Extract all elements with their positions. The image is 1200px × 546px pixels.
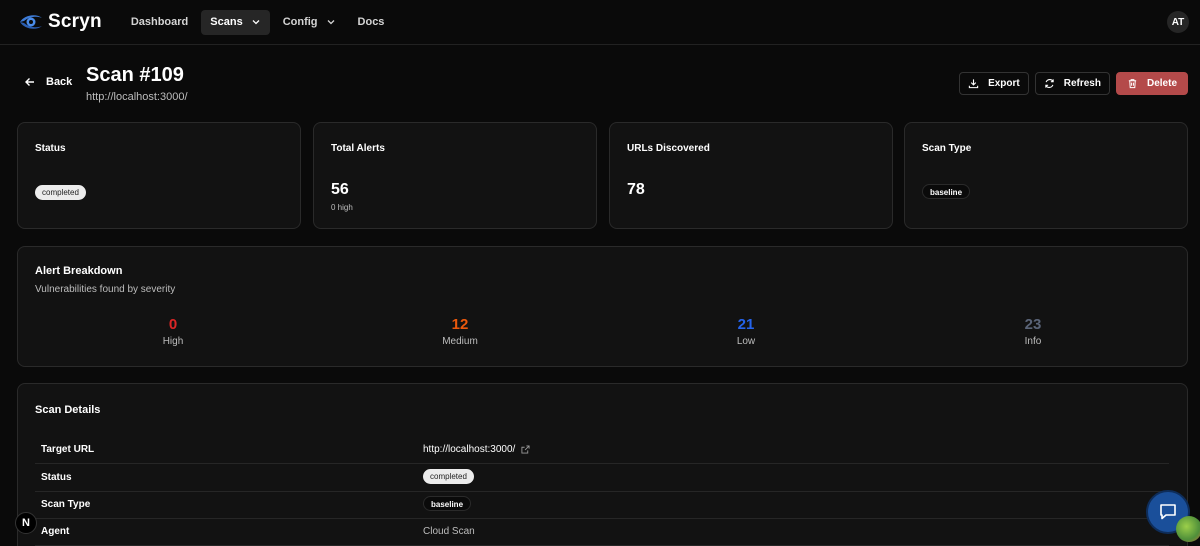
detail-target-url-link[interactable]: http://localhost:3000/: [423, 444, 530, 455]
page-subtitle: http://localhost:3000/: [86, 91, 188, 103]
nav-dashboard-label: Dashboard: [130, 16, 189, 28]
severity-high: 0 High: [113, 316, 233, 347]
status-card: Status completed: [17, 122, 301, 229]
scan-type-badge-wrap: baseline: [922, 184, 971, 199]
eye-logo-icon: [20, 15, 42, 29]
download-icon: [968, 79, 979, 89]
nav-docs-label: Docs: [357, 16, 385, 28]
severity-info-label: Info: [1024, 336, 1042, 347]
user-avatar[interactable]: AT: [1167, 11, 1189, 33]
status-badge: completed: [35, 185, 86, 200]
alert-breakdown-title: Alert Breakdown: [35, 265, 123, 277]
severity-info: 23 Info: [973, 316, 1093, 347]
detail-status: completed: [423, 469, 474, 484]
nav-scans-label: Scans: [210, 16, 243, 28]
detail-key: Target URL: [41, 444, 95, 455]
severity-high-label: High: [162, 336, 184, 347]
severity-high-count: 0: [168, 316, 178, 333]
urls-discovered-card: URLs Discovered 78: [609, 122, 893, 229]
app-name: Scryn: [48, 11, 102, 32]
page-title: Scan #109: [86, 64, 184, 86]
nav-scans[interactable]: Scans: [201, 9, 270, 35]
detail-value: Cloud Scan: [423, 526, 475, 537]
detail-key: Status: [41, 472, 72, 483]
detail-key: Agent: [41, 526, 70, 537]
nav-config[interactable]: Config: [274, 10, 345, 35]
delete-label: Delete: [1146, 78, 1177, 89]
scan-type-badge: baseline: [423, 496, 472, 511]
refresh-button[interactable]: Refresh: [1034, 72, 1110, 95]
external-link-icon: [521, 445, 530, 454]
export-label: Export: [988, 78, 1020, 89]
arrow-left-icon: [25, 78, 34, 86]
detail-row-agent: Agent Cloud Scan: [35, 518, 1169, 546]
total-alerts-label: Total Alerts: [331, 143, 385, 154]
scan-details-title: Scan Details: [35, 404, 101, 416]
detail-value: http://localhost:3000/: [423, 444, 516, 455]
trash-icon: [1128, 79, 1137, 89]
export-button[interactable]: Export: [959, 72, 1029, 95]
logo[interactable]: Scryn: [18, 11, 102, 33]
detail-row-scan-type: Scan Type baseline: [35, 491, 1169, 519]
severity-low: 21 Low: [686, 316, 806, 347]
nextjs-dev-badge[interactable]: N: [15, 512, 37, 534]
delete-button[interactable]: Delete: [1115, 72, 1188, 95]
severity-info-count: 23: [1024, 316, 1042, 333]
severity-medium-count: 12: [451, 316, 469, 333]
urls-discovered-value: 78: [627, 181, 645, 198]
total-alerts-sub: 0 high: [331, 203, 353, 212]
detail-row-target-url: Target URL http://localhost:3000/: [35, 436, 1169, 464]
severity-low-label: Low: [736, 336, 756, 347]
corner-widget-icon[interactable]: [1176, 516, 1200, 542]
total-alerts-value: 56: [331, 181, 349, 198]
scan-type-badge: baseline: [922, 184, 971, 199]
chevron-down-icon: [252, 20, 260, 25]
total-alerts-card: Total Alerts 56 0 high: [313, 122, 597, 229]
chat-icon: [1160, 504, 1176, 520]
status-card-label: Status: [35, 143, 66, 154]
scan-type-card: Scan Type baseline: [904, 122, 1188, 229]
back-label: Back: [46, 76, 73, 88]
severity-medium: 12 Medium: [400, 316, 520, 347]
back-button[interactable]: Back: [24, 76, 72, 88]
urls-discovered-label: URLs Discovered: [627, 143, 710, 154]
refresh-icon: [1045, 79, 1054, 88]
refresh-label: Refresh: [1063, 78, 1101, 89]
chevron-down-icon: [327, 20, 334, 25]
status-badge: completed: [423, 469, 474, 484]
alert-breakdown-description: Vulnerabilities found by severity: [35, 284, 176, 295]
severity-low-count: 21: [737, 316, 755, 333]
nav-docs[interactable]: Docs: [349, 10, 394, 35]
scan-type-label: Scan Type: [922, 143, 972, 154]
nav-config-label: Config: [282, 16, 318, 28]
detail-key: Scan Type: [41, 499, 91, 510]
severity-medium-label: Medium: [442, 336, 478, 347]
header-actions: Export Refresh Delete: [959, 72, 1188, 95]
detail-scan-type: baseline: [423, 496, 472, 511]
alert-breakdown-card: Alert Breakdown Vulnerabilities found by…: [17, 246, 1188, 367]
nav-dashboard[interactable]: Dashboard: [122, 10, 197, 35]
top-nav: Scryn Dashboard Scans Config Docs AT: [0, 0, 1200, 45]
detail-row-status: Status completed: [35, 464, 1169, 492]
scan-details-card: Scan Details Target URL http://localhost…: [17, 383, 1188, 546]
status-badge-wrap: completed: [35, 184, 86, 200]
